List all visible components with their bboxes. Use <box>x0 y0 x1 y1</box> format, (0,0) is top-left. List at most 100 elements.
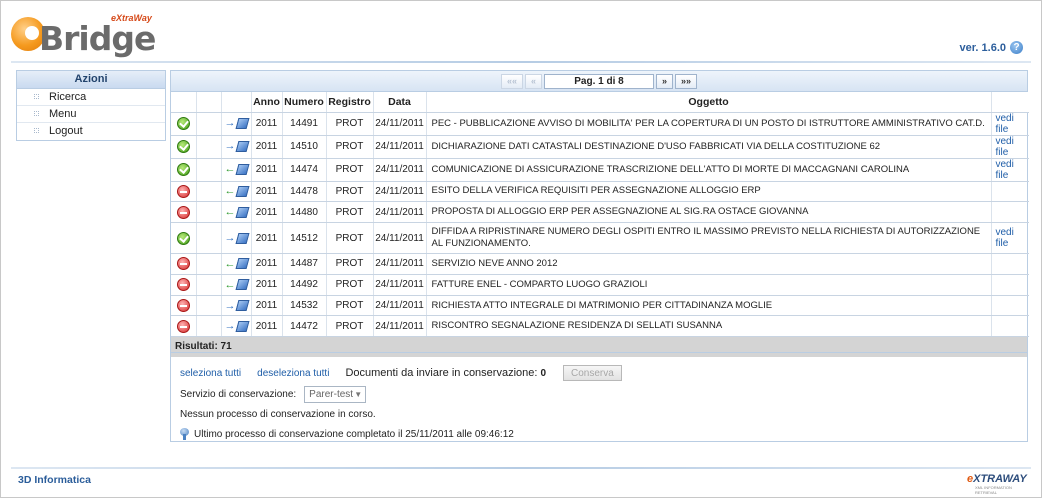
table-row[interactable]: → 2011 14532 PROT 24/11/2011 RICHIESTA ATTO I… <box>171 295 1029 317</box>
help-icon[interactable]: ? <box>1010 41 1023 54</box>
view-file-link <box>991 315 1029 338</box>
extraway-logo: eXTRAWAY XML INFORMATION RETRIEVAL <box>967 473 1027 495</box>
col-data[interactable]: Data <box>373 92 427 113</box>
outgoing-doc-icon: ← <box>225 279 249 291</box>
data-cell: 24/11/2011 <box>373 158 427 182</box>
logo-text: Bridge <box>39 19 156 58</box>
view-file-link[interactable]: vedi file <box>991 135 1029 159</box>
col-oggetto[interactable]: Oggetto <box>426 92 992 113</box>
registro-cell: PROT <box>326 274 374 296</box>
select-cell[interactable] <box>196 222 222 255</box>
registro-cell: PROT <box>326 158 374 182</box>
oggetto-cell: RISCONTRO SEGNALAZIONE RESIDENZA DI SELL… <box>426 315 992 338</box>
direction-cell: ← <box>221 181 252 203</box>
direction-cell: ← <box>221 201 252 224</box>
registro-cell: PROT <box>326 222 374 255</box>
registro-cell: PROT <box>326 112 374 136</box>
deselect-all-link[interactable]: deseleziona tutti <box>257 368 329 379</box>
table-row[interactable]: ← 2011 14480 PROT 24/11/2011 PROPOSTA DI ALLO… <box>171 201 1029 224</box>
col-numero[interactable]: Numero <box>282 92 327 113</box>
sidebar-item-menu[interactable]: Menu <box>17 106 165 123</box>
sidebar-item-ricerca[interactable]: Ricerca <box>17 89 165 106</box>
view-file-link <box>991 201 1029 224</box>
results-panel: «« « Pag. 1 di 8 » »» Anno Numero Regist… <box>170 70 1029 442</box>
oggetto-cell: PEC - PUBBLICAZIONE AVVISO DI MOBILITA' … <box>426 112 992 136</box>
conservation-section: seleziona tutti deseleziona tutti Docume… <box>171 352 1027 440</box>
status-cell <box>171 253 197 275</box>
sidebar-item-label: Menu <box>49 108 77 120</box>
numero-cell: 14478 <box>282 181 327 203</box>
oggetto-cell: DIFFIDA A RIPRISTINARE NUMERO DEGLI OSPI… <box>426 222 992 255</box>
numero-cell: 14474 <box>282 158 327 182</box>
view-file-link <box>991 295 1029 317</box>
status-cell <box>171 135 197 159</box>
oggetto-cell: COMUNICAZIONE DI ASSICURAZIONE TRASCRIZI… <box>426 158 992 182</box>
table-row[interactable]: ← 2011 14474 PROT 24/11/2011 COMUNICAZIONE DI… <box>171 158 1029 182</box>
numero-cell: 14491 <box>282 112 327 136</box>
data-cell: 24/11/2011 <box>373 135 427 159</box>
blocked-icon <box>176 257 190 271</box>
select-cell[interactable] <box>196 274 222 296</box>
header-divider <box>11 61 1031 63</box>
oggetto-cell: RICHIESTA ATTO INTEGRALE DI MATRIMONIO P… <box>426 295 992 317</box>
last-conservation-info: Ultimo processo di conservazione complet… <box>194 428 514 440</box>
first-page-button[interactable]: «« <box>500 73 523 89</box>
oggetto-cell: FATTURE ENEL - COMPARTO LUOGO GRAZIOLI <box>426 274 992 296</box>
outgoing-doc-icon: ← <box>225 206 249 218</box>
table-row[interactable]: → 2011 14472 PROT 24/11/2011 RISCONTRO SEGNAL… <box>171 315 1029 338</box>
status-cell <box>171 274 197 296</box>
check-icon <box>176 231 190 245</box>
select-cell[interactable] <box>196 295 222 317</box>
col-registro[interactable]: Registro <box>326 92 374 113</box>
select-cell[interactable] <box>196 253 222 275</box>
select-cell[interactable] <box>196 135 222 159</box>
direction-cell: ← <box>221 253 252 275</box>
status-cell <box>171 295 197 317</box>
select-all-link[interactable]: seleziona tutti <box>180 368 241 379</box>
service-select[interactable]: Parer-test ▼ <box>304 385 367 403</box>
direction-cell: ← <box>221 274 252 296</box>
view-file-link <box>991 181 1029 203</box>
company-name: 3D Informatica <box>18 474 91 486</box>
select-cell[interactable] <box>196 112 222 136</box>
pager: «« « Pag. 1 di 8 » »» <box>171 71 1027 92</box>
blocked-icon <box>176 205 190 219</box>
sidebar-item-logout[interactable]: Logout <box>17 123 165 140</box>
direction-cell: → <box>221 295 252 317</box>
view-file-link[interactable]: vedi file <box>991 222 1029 255</box>
table-row[interactable]: ← 2011 14487 PROT 24/11/2011 SERVIZIO NEVE AN… <box>171 253 1029 275</box>
select-cell[interactable] <box>196 315 222 338</box>
numero-cell: 14492 <box>282 274 327 296</box>
conserva-button[interactable]: Conserva <box>563 365 622 381</box>
direction-cell: → <box>221 135 252 159</box>
last-page-button[interactable]: »» <box>675 73 698 89</box>
view-file-link[interactable]: vedi file <box>991 112 1029 136</box>
select-cell[interactable] <box>196 201 222 224</box>
col-anno[interactable]: Anno <box>251 92 283 113</box>
table-row[interactable]: ← 2011 14492 PROT 24/11/2011 FATTURE ENEL - C… <box>171 274 1029 296</box>
docs-to-send-count: 0 <box>540 367 546 379</box>
numero-cell: 14510 <box>282 135 327 159</box>
registro-cell: PROT <box>326 253 374 275</box>
table-row[interactable]: → 2011 14510 PROT 24/11/2011 DICHIARAZIONE DA… <box>171 135 1029 159</box>
registro-cell: PROT <box>326 181 374 203</box>
registro-cell: PROT <box>326 295 374 317</box>
table-row[interactable]: → 2011 14491 PROT 24/11/2011 PEC - PUBBLICAZI… <box>171 112 1029 136</box>
select-cell[interactable] <box>196 158 222 182</box>
registro-cell: PROT <box>326 201 374 224</box>
blocked-icon <box>176 319 190 333</box>
data-cell: 24/11/2011 <box>373 295 427 317</box>
anno-cell: 2011 <box>251 295 283 317</box>
oggetto-cell: DICHIARAZIONE DATI CATASTALI DESTINAZION… <box>426 135 992 159</box>
table-row[interactable]: → 2011 14512 PROT 24/11/2011 DIFFIDA A RIPRIS… <box>171 222 1029 255</box>
view-file-link[interactable]: vedi file <box>991 158 1029 182</box>
chevron-down-icon: ▼ <box>354 389 363 399</box>
next-page-button[interactable]: » <box>656 73 674 89</box>
status-cell <box>171 222 197 255</box>
select-cell[interactable] <box>196 181 222 203</box>
prev-page-button[interactable]: « <box>524 73 542 89</box>
table-row[interactable]: ← 2011 14478 PROT 24/11/2011 ESITO DELLA VERI… <box>171 181 1029 203</box>
direction-cell: → <box>221 222 252 255</box>
registro-cell: PROT <box>326 315 374 338</box>
service-select-value: Parer-test <box>309 388 354 400</box>
